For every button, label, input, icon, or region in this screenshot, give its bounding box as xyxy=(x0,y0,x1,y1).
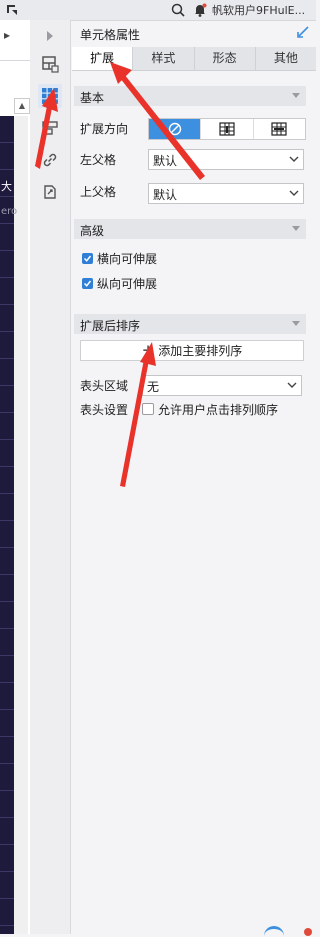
top-parent-value: 默认 xyxy=(153,188,178,202)
add-sort-label: 添加主要排列序 xyxy=(158,344,243,358)
status-indicator-icon xyxy=(264,926,284,937)
report-editor-area: ▸ ▲ 大 ero xyxy=(0,20,31,934)
panel-header: 单元格属性 xyxy=(70,20,316,46)
cell-attributes-icon[interactable] xyxy=(38,84,62,108)
section-advanced[interactable]: 高级 xyxy=(74,219,306,239)
property-tabs: 扩展 样式 形态 其他 xyxy=(72,47,316,71)
cell-text: 大 xyxy=(1,180,12,193)
vertical-extend-checkbox[interactable]: 纵向可伸展 xyxy=(82,275,157,291)
cell-text: ero xyxy=(1,206,18,217)
checkbox-checked-icon[interactable] xyxy=(82,277,93,289)
horizontal-expand-icon xyxy=(271,122,287,136)
checkbox-label: 横向可伸展 xyxy=(97,251,158,266)
condition-attributes-icon[interactable] xyxy=(38,116,62,140)
plus-icon: + xyxy=(141,341,155,359)
no-expand-icon xyxy=(168,122,181,136)
corner-icon[interactable] xyxy=(6,4,18,16)
notification-dot-icon xyxy=(304,928,312,936)
section-basic[interactable]: 基本 xyxy=(74,86,306,106)
expand-direction-selector xyxy=(148,118,306,140)
add-primary-sort-button[interactable]: + 添加主要排列序 xyxy=(80,340,304,361)
collapse-mark[interactable]: ▸ xyxy=(4,28,10,42)
top-bar: 帆软用户9FHulE... xyxy=(0,0,316,21)
pin-icon[interactable] xyxy=(296,25,310,39)
chevron-down-icon[interactable] xyxy=(285,150,303,169)
tab-expand[interactable]: 扩展 xyxy=(72,47,134,70)
checkbox-unchecked-icon[interactable] xyxy=(142,403,154,415)
tab-other[interactable]: 其他 xyxy=(256,47,316,70)
chevron-down-icon[interactable] xyxy=(285,184,303,203)
vertical-scrollbar[interactable] xyxy=(14,116,28,934)
checkbox-label: 纵向可伸展 xyxy=(97,276,158,291)
report-sheet-cells[interactable] xyxy=(0,116,14,934)
horizontal-extend-checkbox[interactable]: 横向可伸展 xyxy=(82,250,157,266)
checkbox-checked-icon[interactable] xyxy=(82,252,93,264)
collapse-caret-icon[interactable] xyxy=(292,226,300,231)
divider xyxy=(0,60,30,61)
chevron-down-icon[interactable] xyxy=(283,376,301,395)
vertical-expand-icon xyxy=(219,122,235,136)
scroll-up-button[interactable]: ▲ xyxy=(14,98,30,114)
no-expand-option[interactable] xyxy=(149,119,202,139)
search-icon[interactable] xyxy=(170,2,186,18)
allow-user-sort-checkbox[interactable]: 允许用户点击排列顺序 xyxy=(142,401,278,417)
left-parent-select[interactable]: 默认 xyxy=(148,149,304,170)
property-side-toolbar xyxy=(30,20,71,934)
header-setting-label: 表头设置 xyxy=(80,403,129,417)
hyperlink-icon[interactable] xyxy=(38,148,62,172)
left-parent-value: 默认 xyxy=(153,154,178,168)
top-parent-select[interactable]: 默认 xyxy=(148,183,304,204)
section-label: 高级 xyxy=(80,224,105,238)
section-label: 基本 xyxy=(80,91,105,105)
section-label: 扩展后排序 xyxy=(80,319,141,333)
left-parent-label: 左父格 xyxy=(80,153,117,167)
cell-properties-panel: 单元格属性 扩展 样式 形态 其他 基本 扩展方向 左父格 默认 上父格 默认 … xyxy=(70,20,316,937)
bell-icon[interactable] xyxy=(192,2,208,18)
top-parent-label: 上父格 xyxy=(80,185,117,199)
cell-element-icon[interactable] xyxy=(38,52,62,76)
tab-style[interactable]: 样式 xyxy=(133,47,195,70)
expand-direction-label: 扩展方向 xyxy=(80,122,129,136)
header-area-select[interactable]: 无 xyxy=(142,375,302,396)
panel-title: 单元格属性 xyxy=(80,28,141,42)
user-name[interactable]: 帆软用户9FHulE... xyxy=(212,2,305,18)
expand-panel-icon[interactable] xyxy=(38,24,62,48)
vertical-expand-option[interactable] xyxy=(201,119,254,139)
horizontal-expand-option[interactable] xyxy=(254,119,305,139)
checkbox-label: 允许用户点击排列顺序 xyxy=(158,402,279,417)
header-area-value: 无 xyxy=(147,380,160,394)
tab-form[interactable]: 形态 xyxy=(195,47,256,70)
section-sort-after-expand[interactable]: 扩展后排序 xyxy=(74,314,306,334)
header-area-label: 表头区域 xyxy=(80,379,129,393)
collapse-caret-icon[interactable] xyxy=(292,321,300,326)
widget-icon[interactable] xyxy=(38,180,62,204)
collapse-caret-icon[interactable] xyxy=(292,93,300,98)
